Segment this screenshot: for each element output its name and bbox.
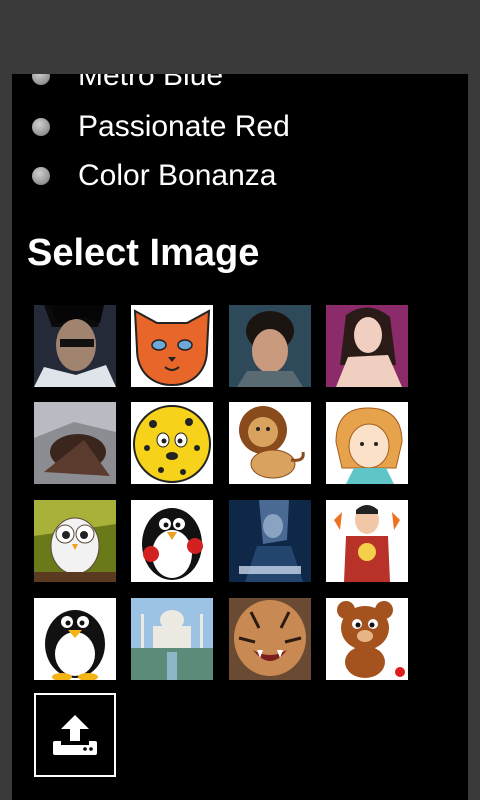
radio-button[interactable] <box>32 167 50 185</box>
image-thumb-man-portrait[interactable] <box>34 305 116 387</box>
theme-option-label: Metro Blue <box>78 59 224 92</box>
image-thumb-penguin-with-roses[interactable] <box>131 500 213 582</box>
theme-option-passionate-red[interactable]: Passionate Red <box>32 107 290 147</box>
image-tab-button[interactable] <box>105 0 191 56</box>
upload-icon <box>53 715 97 755</box>
radio-button[interactable] <box>32 118 50 136</box>
theme-option-label: Color Bonanza <box>78 159 277 192</box>
image-thumb-bear-cartoon[interactable] <box>326 598 408 680</box>
settings-tab-button[interactable] <box>13 0 99 56</box>
image-thumb-lion-cartoon[interactable] <box>229 402 311 484</box>
theme-option-color-bonanza[interactable]: Color Bonanza <box>32 156 276 196</box>
image-thumb-bird-photo[interactable] <box>34 402 116 484</box>
image-thumb-leopard-face[interactable] <box>131 402 213 484</box>
image-thumb-owl-cartoon[interactable] <box>34 500 116 582</box>
bar-chart-icon <box>216 0 266 36</box>
image-thumb-taj-mahal[interactable] <box>131 598 213 680</box>
image-thumb-ra-one-poster[interactable] <box>229 500 311 582</box>
stats-tab-button[interactable] <box>197 0 283 56</box>
gears-icon <box>30 0 80 34</box>
profile-tab-button[interactable] <box>288 0 374 56</box>
image-thumb-girl-cartoon[interactable] <box>326 402 408 484</box>
help-icon: ? <box>410 0 434 36</box>
image-thumb-woman-portrait[interactable] <box>326 305 408 387</box>
image-thumb-superhero-cartoon[interactable] <box>326 500 408 582</box>
theme-option-label: Passionate Red <box>78 110 290 143</box>
select-image-title: Select Image <box>27 232 260 274</box>
image-thumb-tiger-photo[interactable] <box>229 598 311 680</box>
help-tab-button[interactable]: ? <box>379 0 465 56</box>
image-icon <box>119 0 177 38</box>
image-thumb-cat-face[interactable] <box>131 305 213 387</box>
user-icon <box>310 0 352 40</box>
radio-button[interactable] <box>32 67 50 85</box>
image-thumb-boy-portrait[interactable] <box>229 305 311 387</box>
upload-image-button[interactable] <box>34 693 116 777</box>
theme-option-metro-blue[interactable]: Metro Blue <box>32 56 223 96</box>
image-thumb-penguin-cartoon[interactable] <box>34 598 116 680</box>
